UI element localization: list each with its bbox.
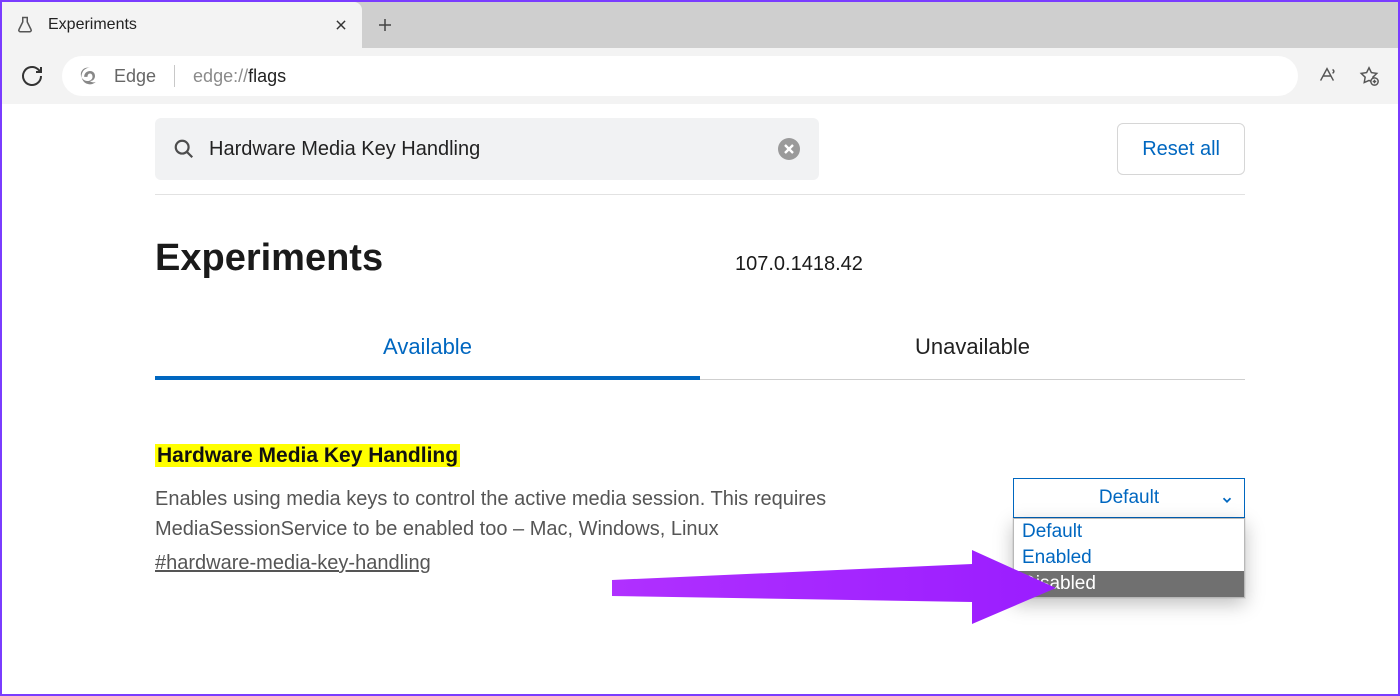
flag-state-select[interactable]: Default [1013, 478, 1245, 518]
tab-strip: Experiments [2, 2, 1398, 48]
flag-state-option[interactable]: Enabled [1014, 545, 1244, 571]
flag-title: Hardware Media Key Handling [155, 444, 460, 467]
flags-search-input[interactable]: Hardware Media Key Handling [155, 118, 819, 180]
read-aloud-icon[interactable] [1316, 65, 1338, 87]
tab-bar: Available Unavailable [155, 334, 1245, 380]
search-row: Hardware Media Key Handling Reset all [155, 118, 1245, 180]
tab-available[interactable]: Available [155, 334, 700, 380]
chevron-down-icon [1220, 491, 1234, 505]
omnibox-divider [174, 65, 175, 87]
page-content: Hardware Media Key Handling Reset all Ex… [2, 104, 1398, 694]
toolbar-actions [1316, 65, 1380, 87]
page-title: Experiments [155, 237, 735, 280]
flag-state-selected: Default [1099, 487, 1159, 509]
omnibox-source-label: Edge [114, 66, 156, 87]
omnibox-url: edge://flags [193, 66, 286, 87]
tab-title: Experiments [48, 16, 320, 34]
edge-logo-icon [80, 66, 100, 86]
clear-search-icon[interactable] [777, 137, 801, 161]
flag-state-dropdown[interactable]: DefaultEnabledDisabled [1013, 518, 1245, 598]
address-bar[interactable]: Edge edge://flags [62, 56, 1298, 96]
divider [155, 194, 1245, 195]
flag-state-option[interactable]: Default [1014, 519, 1244, 545]
flask-icon [16, 16, 34, 34]
page-header: Experiments 107.0.1418.42 [155, 237, 1245, 280]
tab-unavailable[interactable]: Unavailable [700, 334, 1245, 379]
flag-description: Enables using media keys to control the … [155, 484, 973, 544]
browser-chrome: Experiments Edge edge://flags [2, 2, 1398, 104]
new-tab-button[interactable] [362, 2, 408, 48]
search-query-text: Hardware Media Key Handling [209, 138, 763, 161]
browser-tab[interactable]: Experiments [2, 2, 362, 48]
flag-row: Hardware Media Key Handling Enables usin… [155, 444, 1245, 575]
version-text: 107.0.1418.42 [735, 253, 863, 276]
reload-icon[interactable] [20, 64, 44, 88]
favorite-icon[interactable] [1358, 65, 1380, 87]
flag-anchor-link[interactable]: #hardware-media-key-handling [155, 552, 431, 575]
browser-toolbar: Edge edge://flags [2, 48, 1398, 104]
close-tab-icon[interactable] [334, 18, 348, 32]
reset-all-button[interactable]: Reset all [1117, 123, 1245, 175]
flag-state-option[interactable]: Disabled [1014, 571, 1244, 597]
search-icon [173, 138, 195, 160]
